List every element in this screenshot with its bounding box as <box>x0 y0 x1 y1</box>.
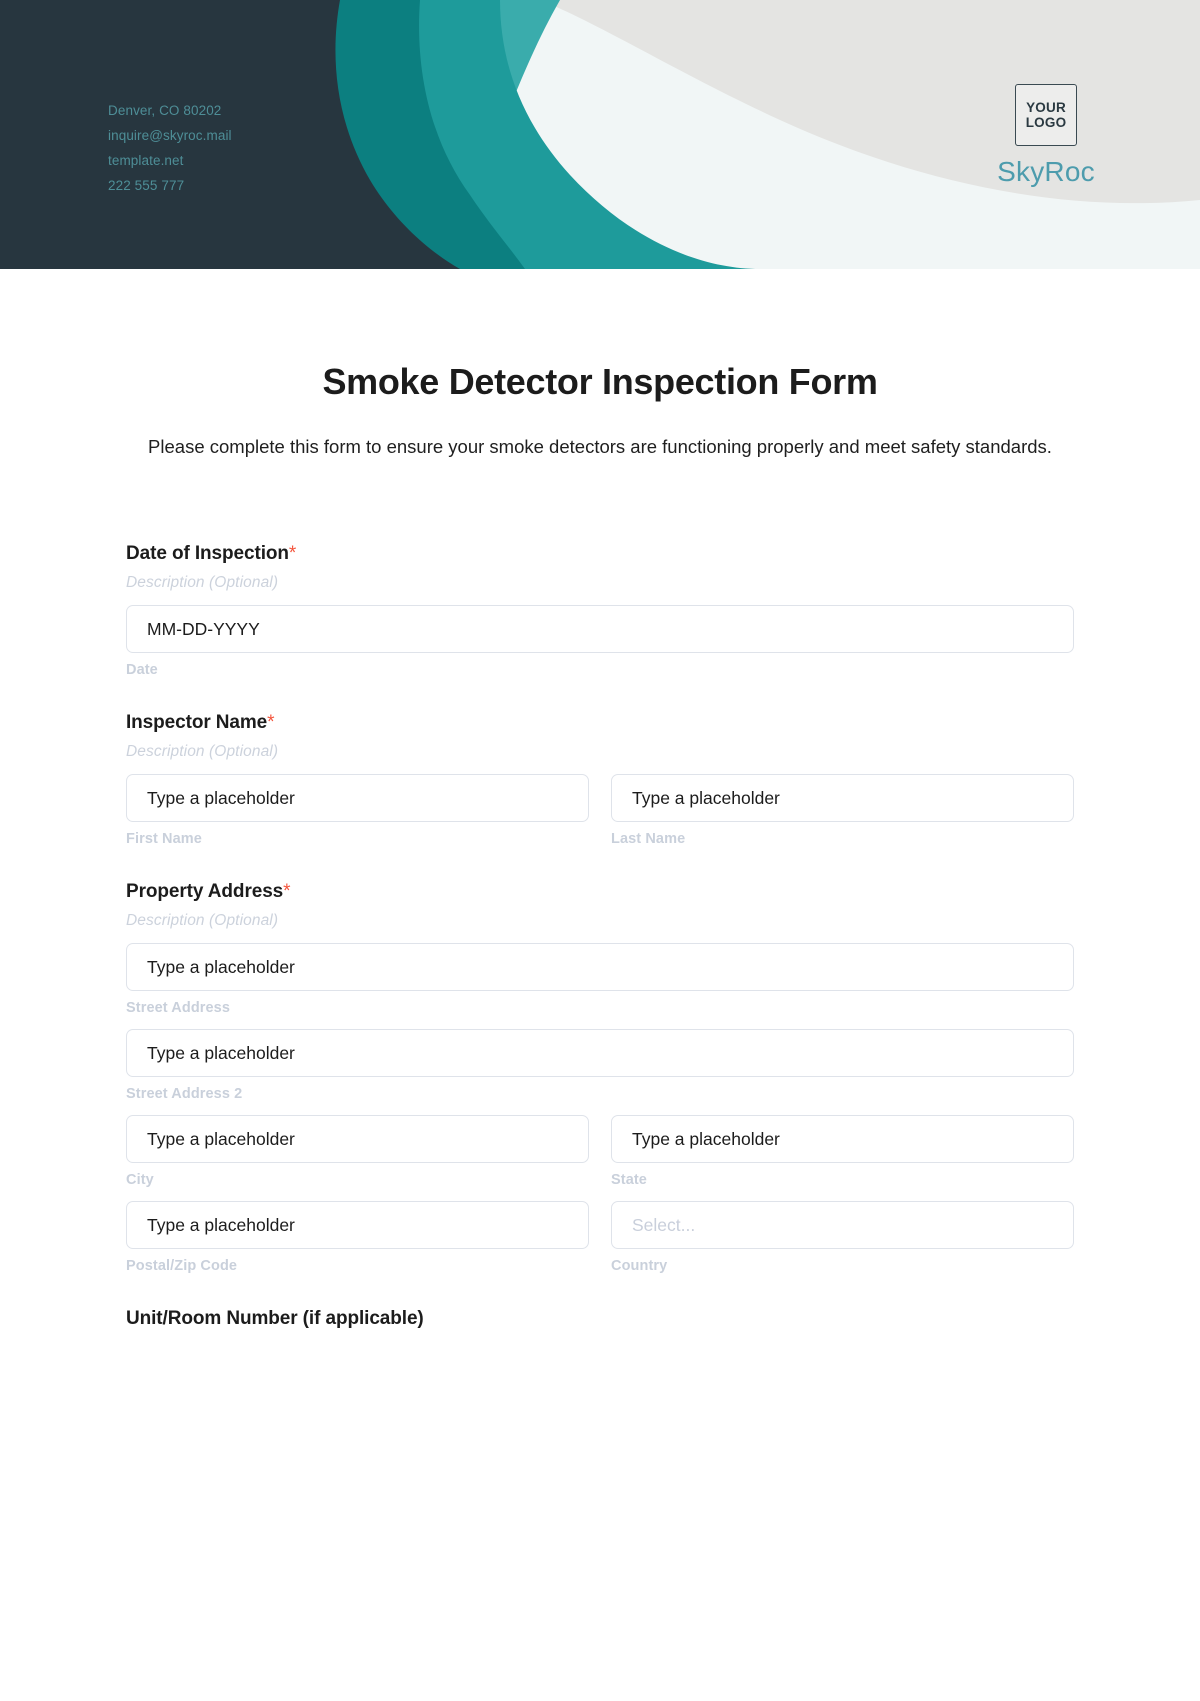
required-asterisk: * <box>288 543 297 564</box>
header-contact-info: Denver, CO 80202 inquire@skyroc.mail tem… <box>108 98 232 198</box>
col-street-address-2: Type a placeholder Street Address 2 <box>126 1029 1074 1102</box>
sub-label-country: Country <box>611 1258 668 1274</box>
logo-text-line-1: YOUR <box>1026 99 1066 115</box>
contact-email: inquire@skyroc.mail <box>108 128 232 143</box>
street-address-2-input[interactable]: Type a placeholder <box>126 1029 1074 1077</box>
row-street-address: Type a placeholder Street Address <box>126 943 1074 1016</box>
contact-address: Denver, CO 80202 <box>108 103 222 118</box>
logo-placeholder-box: YOUR LOGO <box>1015 84 1077 146</box>
col-date: MM-DD-YYYY Date <box>126 605 1074 678</box>
sub-label-last-name: Last Name <box>611 831 686 847</box>
street-address-input[interactable]: Type a placeholder <box>126 943 1074 991</box>
row-street-address-2: Type a placeholder Street Address 2 <box>126 1029 1074 1102</box>
contact-phone: 222 555 777 <box>108 178 185 193</box>
state-input[interactable]: Type a placeholder <box>611 1115 1074 1163</box>
col-first-name: Type a placeholder First Name <box>126 774 589 847</box>
description-date-of-inspection: Description (Optional) <box>126 574 279 591</box>
sub-label-state: State <box>611 1172 647 1188</box>
sub-label-street-address: Street Address <box>126 1000 231 1016</box>
col-state: Type a placeholder State <box>611 1115 1074 1188</box>
label-date-of-inspection: Date of Inspection* <box>126 543 1074 565</box>
field-date-of-inspection: Date of Inspection* Description (Optiona… <box>126 543 1074 678</box>
page-subtitle: Please complete this form to ensure your… <box>148 436 1052 457</box>
date-input[interactable]: MM-DD-YYYY <box>126 605 1074 653</box>
sub-label-city: City <box>126 1172 154 1188</box>
col-city: Type a placeholder City <box>126 1115 589 1188</box>
col-last-name: Type a placeholder Last Name <box>611 774 1074 847</box>
sub-label-street-address-2: Street Address 2 <box>126 1086 243 1102</box>
label-text: Property Address <box>126 881 284 902</box>
row-date: MM-DD-YYYY Date <box>126 605 1074 678</box>
description-property-address: Description (Optional) <box>126 912 279 929</box>
description-inspector-name: Description (Optional) <box>126 743 279 760</box>
label-inspector-name: Inspector Name* <box>126 712 1074 734</box>
brand-name: SkyRoc <box>997 156 1095 187</box>
label-text: Inspector Name <box>126 712 268 733</box>
postal-code-input[interactable]: Type a placeholder <box>126 1201 589 1249</box>
inspection-form: Date of Inspection* Description (Optiona… <box>126 543 1074 1330</box>
row-inspector-name: Type a placeholder First Name Type a pla… <box>126 774 1074 847</box>
sub-label-postal-code: Postal/Zip Code <box>126 1258 238 1274</box>
required-asterisk: * <box>283 881 291 902</box>
col-street-address: Type a placeholder Street Address <box>126 943 1074 1016</box>
label-property-address: Property Address* <box>126 881 1074 903</box>
contact-website: template.net <box>108 153 184 168</box>
field-inspector-name: Inspector Name* Description (Optional) T… <box>126 712 1074 847</box>
page-header: Denver, CO 80202 inquire@skyroc.mail tem… <box>0 0 1200 269</box>
field-unit-room-number: Unit/Room Number (if applicable) <box>126 1308 1074 1330</box>
col-country: Select... Country <box>611 1201 1074 1274</box>
required-asterisk: * <box>267 712 275 733</box>
sub-label-first-name: First Name <box>126 831 202 847</box>
brand-block: YOUR LOGO SkyRoc <box>956 84 1136 188</box>
logo-text-line-2: LOGO <box>1025 115 1067 130</box>
first-name-input[interactable]: Type a placeholder <box>126 774 589 822</box>
sub-label-date: Date <box>126 662 158 678</box>
label-unit-room-number: Unit/Room Number (if applicable) <box>126 1308 1074 1330</box>
label-text: Date of Inspection <box>126 543 289 564</box>
label-text: Unit/Room Number (if applicable) <box>126 1308 424 1329</box>
page-body: Smoke Detector Inspection Form Please co… <box>0 361 1200 1330</box>
field-property-address: Property Address* Description (Optional)… <box>126 881 1074 1274</box>
city-input[interactable]: Type a placeholder <box>126 1115 589 1163</box>
col-postal-code: Type a placeholder Postal/Zip Code <box>126 1201 589 1274</box>
last-name-input[interactable]: Type a placeholder <box>611 774 1074 822</box>
row-postal-country: Type a placeholder Postal/Zip Code Selec… <box>126 1201 1074 1274</box>
page-title: Smoke Detector Inspection Form <box>322 361 878 402</box>
country-select[interactable]: Select... <box>611 1201 1074 1249</box>
row-city-state: Type a placeholder City Type a placehold… <box>126 1115 1074 1188</box>
